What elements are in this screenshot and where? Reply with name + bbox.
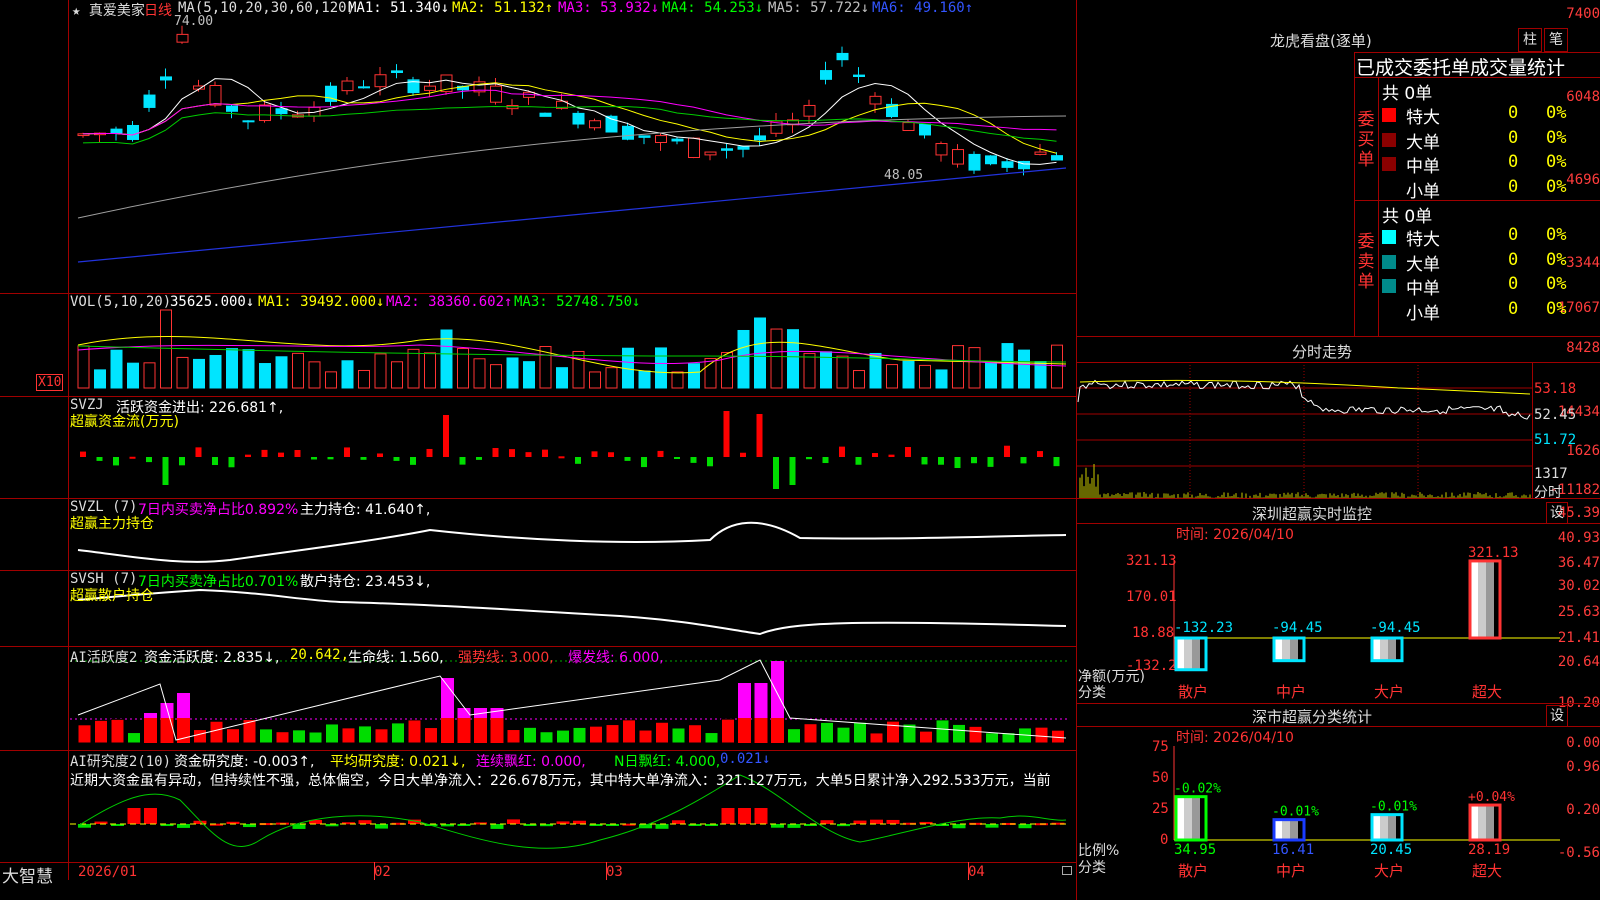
bar-stripe: [1486, 805, 1494, 840]
change-label: -0.02%: [1174, 782, 1221, 797]
bar-stripe: [1290, 819, 1298, 840]
bar-stripe: [1192, 796, 1200, 840]
share-value: 34.95: [1174, 842, 1216, 858]
sh-bar-chart: -0.02% 34.95 散户 -0.01% 16.41 中户 -0.01% 20.45 大户 +…: [1173, 746, 1560, 880]
share-value: 16.41: [1272, 842, 1314, 858]
category-label: 超大: [1472, 862, 1502, 880]
change-label: -0.01%: [1272, 805, 1319, 820]
change-label: +0.04%: [1468, 790, 1515, 805]
bar-stripe: [1388, 814, 1396, 840]
share-value: 20.45: [1370, 842, 1412, 858]
share-value: 28.19: [1468, 842, 1510, 858]
category-label: 中户: [1276, 862, 1306, 880]
category-label: 散户: [1178, 862, 1208, 880]
bar-stripe: [1380, 814, 1388, 840]
bar-stripe: [1184, 796, 1192, 840]
bar-stripe: [1282, 819, 1290, 840]
change-label: -0.01%: [1370, 800, 1417, 815]
category-label: 大户: [1374, 862, 1404, 880]
bar-stripe: [1478, 805, 1486, 840]
